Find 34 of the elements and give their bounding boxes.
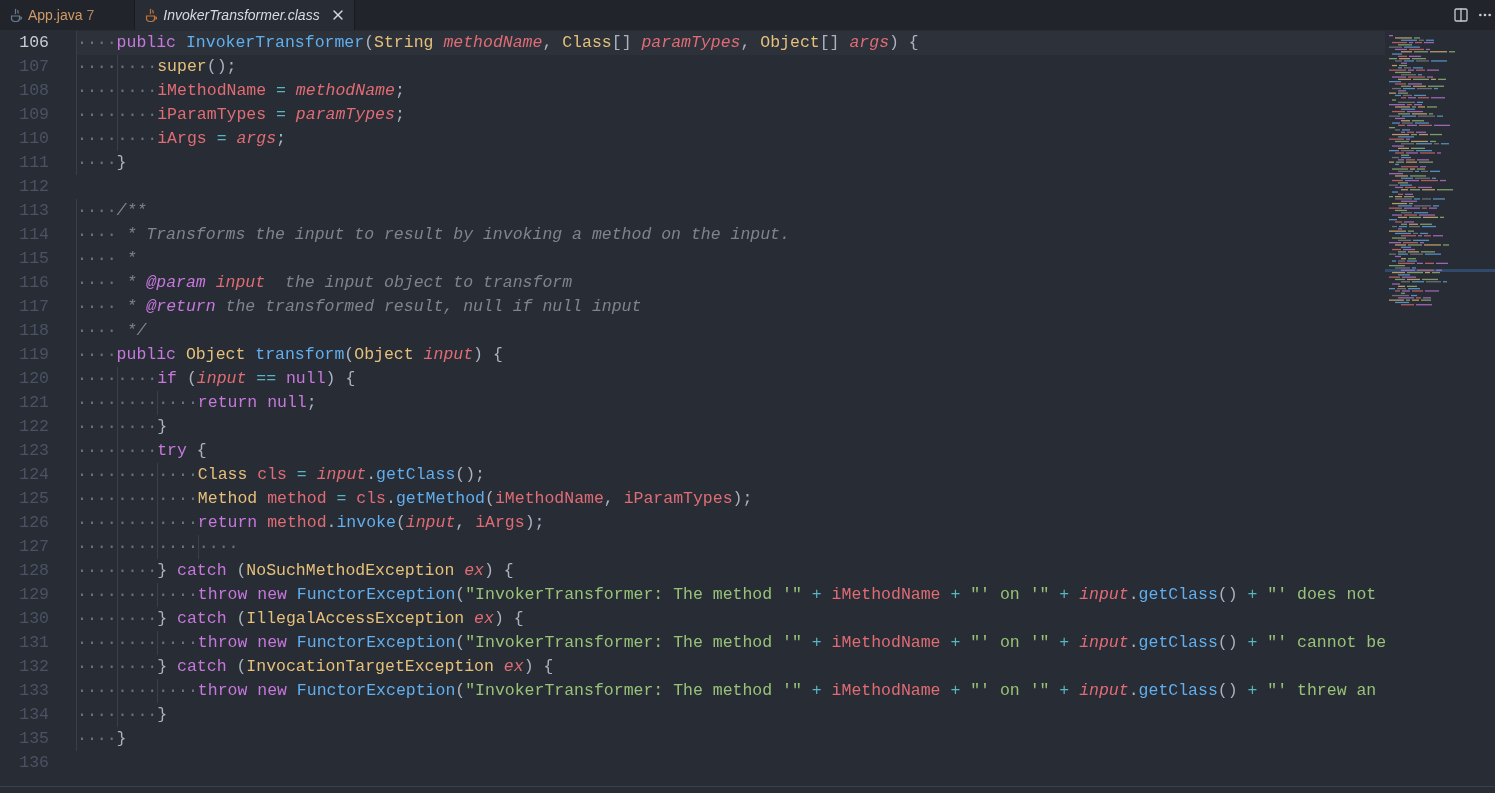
line-number: 106: [19, 32, 49, 54]
split-editor-icon[interactable]: [1453, 7, 1469, 23]
code-line: ···· * @return the transformed result, null if null input: [76, 295, 642, 319]
code-line: ········} catch (NoSuchMethodException ex) {: [76, 559, 514, 583]
code-line: ···· */: [76, 319, 147, 343]
coffee-cup-icon: [10, 7, 22, 23]
code-line: ········}: [76, 415, 168, 439]
code-line: ············throw new FunctorException("InvokerTransformer: The method '" + iMethodName + "' on '" + input.getClass() + "' does not: [76, 583, 1377, 607]
code-line: ················: [76, 535, 239, 559]
code-line: ········super();: [76, 55, 237, 79]
code-line: ···· * @param input the input object to transform: [76, 271, 573, 295]
code-line: ····/**: [76, 199, 147, 223]
code-line: ········}: [76, 703, 168, 727]
code-line: ········if (input == null) {: [76, 367, 356, 391]
code-line: ········} catch (InvocationTargetException ex) {: [76, 655, 554, 679]
code-line: ····public InvokerTransformer(String methodName, Class[] paramTypes, Object[] args) {: [76, 31, 919, 55]
code-line: ············throw new FunctorException("InvokerTransformer: The method '" + iMethodName + "' on '" + input.getClass() + "' threw an: [76, 679, 1377, 703]
code-line: ········} catch (IllegalAccessException ex) {: [76, 607, 524, 631]
code-line: ········iParamTypes = paramTypes;: [76, 103, 405, 127]
code-line: ············return method.invoke(input, iArgs);: [76, 511, 545, 535]
code-line: ········iMethodName = methodName;: [76, 79, 405, 103]
code-line: ············Class cls = input.getClass();: [76, 463, 486, 487]
code-line: ····public Object transform(Object input) {: [76, 343, 503, 367]
code-line: ········iArgs = args;: [76, 127, 286, 151]
editor-tab[interactable]: InvokerTransformer.class: [135, 0, 355, 30]
code-line: ········try {: [76, 439, 207, 463]
code-line: ············Method method = cls.getMethod(iMethodName, iParamTypes);: [76, 487, 753, 511]
code-line: ···· *: [76, 247, 137, 271]
code-line: ····}: [76, 151, 127, 175]
code-line: ····}: [76, 727, 127, 751]
code-line: ···· * Transforms the input to result by invoking a method on the input.: [76, 223, 790, 247]
coffee-cup-icon: [145, 7, 158, 23]
code-line: ············throw new FunctorException("InvokerTransformer: The method '" + iMethodName + "' on '" + input.getClass() + "' cannot be: [76, 631, 1387, 655]
code-line: ············return null;: [76, 391, 317, 415]
